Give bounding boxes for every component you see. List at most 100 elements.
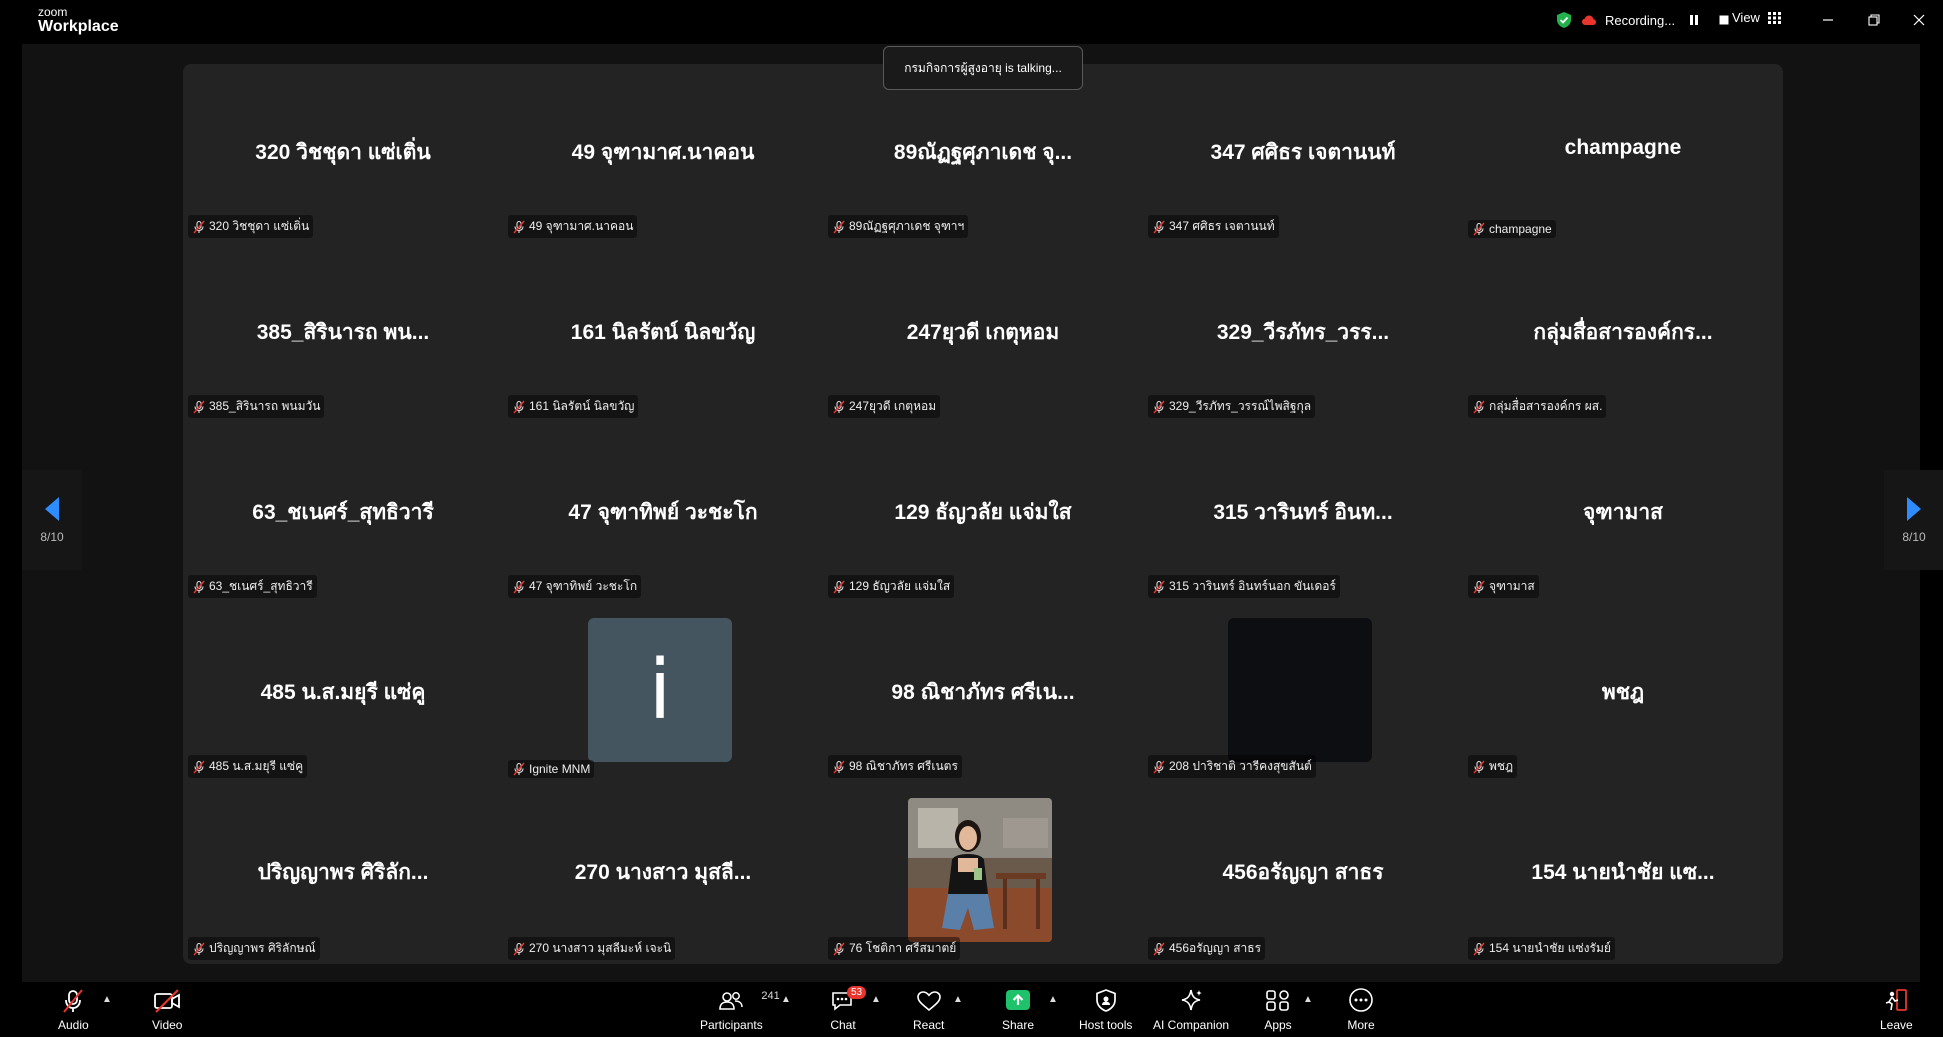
participant-tile[interactable]: 329_วีรภัทร_วรร... 329_วีรภัทร_วรรณ์ไพสิฐ… [1143,244,1463,424]
participant-tile[interactable]: 456อรัญญา สาธร 456อรัญญา สาธร [1143,784,1463,964]
recording-indicator: Recording... [1555,9,1735,31]
view-label: View [1732,10,1760,25]
participants-label: Participants [700,1018,763,1032]
more-icon [1349,988,1373,1012]
participant-name-label: 98 ณิชาภัทร ศรีเนตร [828,755,962,778]
participant-tile[interactable]: 98 ณิชาภัทร ศรีเน... 98 ณิชาภัทร ศรีเนตร [823,604,1143,784]
minimize-button[interactable] [1818,10,1838,30]
participant-tile[interactable]: จุฑามาส จุฑามาส [1463,424,1783,604]
participant-tile[interactable]: 385_สิรินารถ พน... 385_สิรินารถ พนมวัน [183,244,503,424]
participant-display-name: ปริญญาพร ศิริลัก... [257,861,429,884]
participant-display-name: 247ยุวดี เกตุหอม [906,321,1060,344]
participant-name-label: 247ยุวดี เกตุหอม [828,395,941,418]
participant-display-name: 456อรัญญา สาธร [1222,861,1384,884]
participant-tile[interactable]: 63_ชเนศร์_สุทธิวารี 63_ชเนศร์_สุทธิวารี [183,424,503,604]
apps-button[interactable]: Apps [1264,988,1292,1032]
next-page-button[interactable]: 8/10 [1884,470,1943,570]
participant-name-text: 89ณัฏฐศุภาเดช จุฑาฯ [849,219,965,233]
participant-name-text: 315 วารินทร์ อินทร์นอก ขันเดอร์ [1169,579,1336,593]
leave-button[interactable]: Leave [1880,988,1913,1032]
participant-tile[interactable]: 89ณัฏฐศุภาเดช จุ... 89ณัฏฐศุภาเดช จุฑาฯ [823,64,1143,244]
chat-label: Chat [830,1018,856,1032]
participant-display-name: 154 นายนำชัย แซ... [1531,861,1715,884]
participant-tile[interactable]: 208 ปาริชาติ วารีคงสุขสันต์ [1143,604,1463,784]
microphone-muted-icon [63,989,84,1013]
pause-recording-button[interactable] [1683,10,1705,30]
muted-mic-icon [1153,400,1165,413]
meeting-toolbar: Audio ▲ Video 241 Participants ▲ 53 Chat… [0,982,1943,1037]
muted-mic-icon [833,220,845,233]
participant-tile[interactable]: i Ignite MNM [503,604,823,784]
apps-label: Apps [1264,1018,1292,1032]
participant-name-text: 47 จุฑาทิพย์ วะชะโก [529,579,638,593]
participant-tile[interactable]: พชฎ พชฎ [1463,604,1783,784]
muted-mic-icon [833,400,845,413]
participant-name-label: พชฎ [1468,755,1518,778]
host-tools-button[interactable]: Host tools [1079,988,1132,1032]
participant-tile[interactable]: 320 วิชชุดา แซ่เติ่น 320 วิชชุดา แซ่เติ่น [183,64,503,244]
participant-name-text: 320 วิชชุดา แซ่เติ่น [209,219,310,233]
audio-label: Audio [58,1018,89,1032]
participant-tile[interactable]: ปริญญาพร ศิริลัก... ปริญญาพร ศิริลักษณ์ [183,784,503,964]
participant-tile[interactable]: 270 นางสาว มุสลี... 270 นางสาว มุสลีมะห์ … [503,784,823,964]
video-button[interactable]: Video [152,988,182,1032]
view-button[interactable]: View [1732,10,1782,25]
participants-icon [719,992,744,1010]
stop-icon [1719,15,1729,25]
active-speaker-banner: กรมกิจการผู้สูงอายุ is talking... [883,46,1083,90]
more-button[interactable]: More [1347,988,1375,1032]
close-window-button[interactable] [1909,10,1929,30]
participant-tile[interactable]: 315 วารินทร์ อินท... 315 วารินทร์ อินทร์น… [1143,424,1463,604]
react-label: React [913,1018,945,1032]
share-options-caret[interactable]: ▲ [1048,994,1058,1005]
participant-display-name: 485 น.ส.มยุรี แซ่คู [260,681,426,704]
participant-tile[interactable]: 129 ธัญวลัย แจ่มใส 129 ธัญวลัย แจ่มใส [823,424,1143,604]
muted-mic-icon [1153,760,1165,773]
participant-tile[interactable]: 485 น.ส.มยุรี แซ่คู 485 น.ส.มยุรี แซ่คู [183,604,503,784]
chat-options-caret[interactable]: ▲ [871,994,881,1005]
encryption-shield-icon[interactable] [1555,11,1573,29]
participant-name-label: 63_ชเนศร์_สุทธิวารี [188,575,317,598]
participant-tile[interactable]: champagne champagne [1463,64,1783,244]
heart-icon [916,991,941,1012]
arrow-left-icon [45,497,59,521]
participant-name-text: 247ยุวดี เกตุหอม [849,399,937,413]
apps-options-caret[interactable]: ▲ [1303,994,1313,1005]
participant-tile[interactable]: 161 นิลรัตน์ นิลขวัญ 161 นิลรัตน์ นิลขวัญ [503,244,823,424]
ai-companion-button[interactable]: AI Companion [1153,988,1229,1032]
participant-display-name: 49 จุฑามาศ.นาคอน [571,141,755,164]
leave-door-icon [1886,989,1908,1011]
participant-name-text: 76 โชติกา ศรีสมาตย์ [849,941,957,955]
participant-display-name: จุฑามาส [1583,501,1663,524]
restore-icon [1868,14,1880,26]
participant-display-name: champagne [1564,136,1682,159]
participants-button[interactable]: 241 Participants [700,988,780,1032]
audio-button[interactable]: Audio [58,988,89,1032]
participant-tile[interactable]: 47 จุฑาทิพย์ วะชะโก 47 จุฑาทิพย์ วะชะโก [503,424,823,604]
participant-tile[interactable]: 49 จุฑามาศ.นาคอน 49 จุฑามาศ.นาคอน [503,64,823,244]
participant-name-text: 98 ณิชาภัทร ศรีเนตร [849,759,958,773]
participant-name-label: 47 จุฑาทิพย์ วะชะโก [508,575,642,598]
chat-button[interactable]: 53 Chat [829,986,867,1032]
audio-options-caret[interactable]: ▲ [102,994,112,1005]
react-button[interactable]: React [913,988,944,1032]
ai-companion-label: AI Companion [1153,1018,1230,1032]
react-options-caret[interactable]: ▲ [953,994,963,1005]
previous-page-button[interactable]: 8/10 [22,470,82,570]
more-label: More [1347,1018,1375,1032]
participant-tile[interactable]: 76 โชติกา ศรีสมาตย์ [823,784,1143,964]
muted-mic-icon [1473,580,1485,593]
share-button[interactable]: Share [1002,988,1034,1032]
participant-name-text: 270 นางสาว มุสลีมะห์ เจะนิ [529,941,672,955]
participant-tile[interactable]: 247ยุวดี เกตุหอม 247ยุวดี เกตุหอม [823,244,1143,424]
close-icon [1913,14,1925,26]
chat-unread-badge: 53 [847,986,867,999]
participant-tile[interactable]: 154 นายนำชัย แซ... 154 นายนำชัย แซ่งรัมย์ [1463,784,1783,964]
participants-options-caret[interactable]: ▲ [781,994,791,1005]
participant-tile[interactable]: 347 ศศิธร เจตานนท์ 347 ศศิธร เจตานนท์ [1143,64,1463,244]
minimize-icon [1823,19,1833,21]
participant-tile[interactable]: กลุ่มสื่อสารองค์กร... กลุ่มสื่อสารองค์กร … [1463,244,1783,424]
muted-mic-icon [1473,760,1485,773]
restore-button[interactable] [1864,10,1884,30]
participant-display-name: 270 นางสาว มุสลี... [574,861,752,884]
